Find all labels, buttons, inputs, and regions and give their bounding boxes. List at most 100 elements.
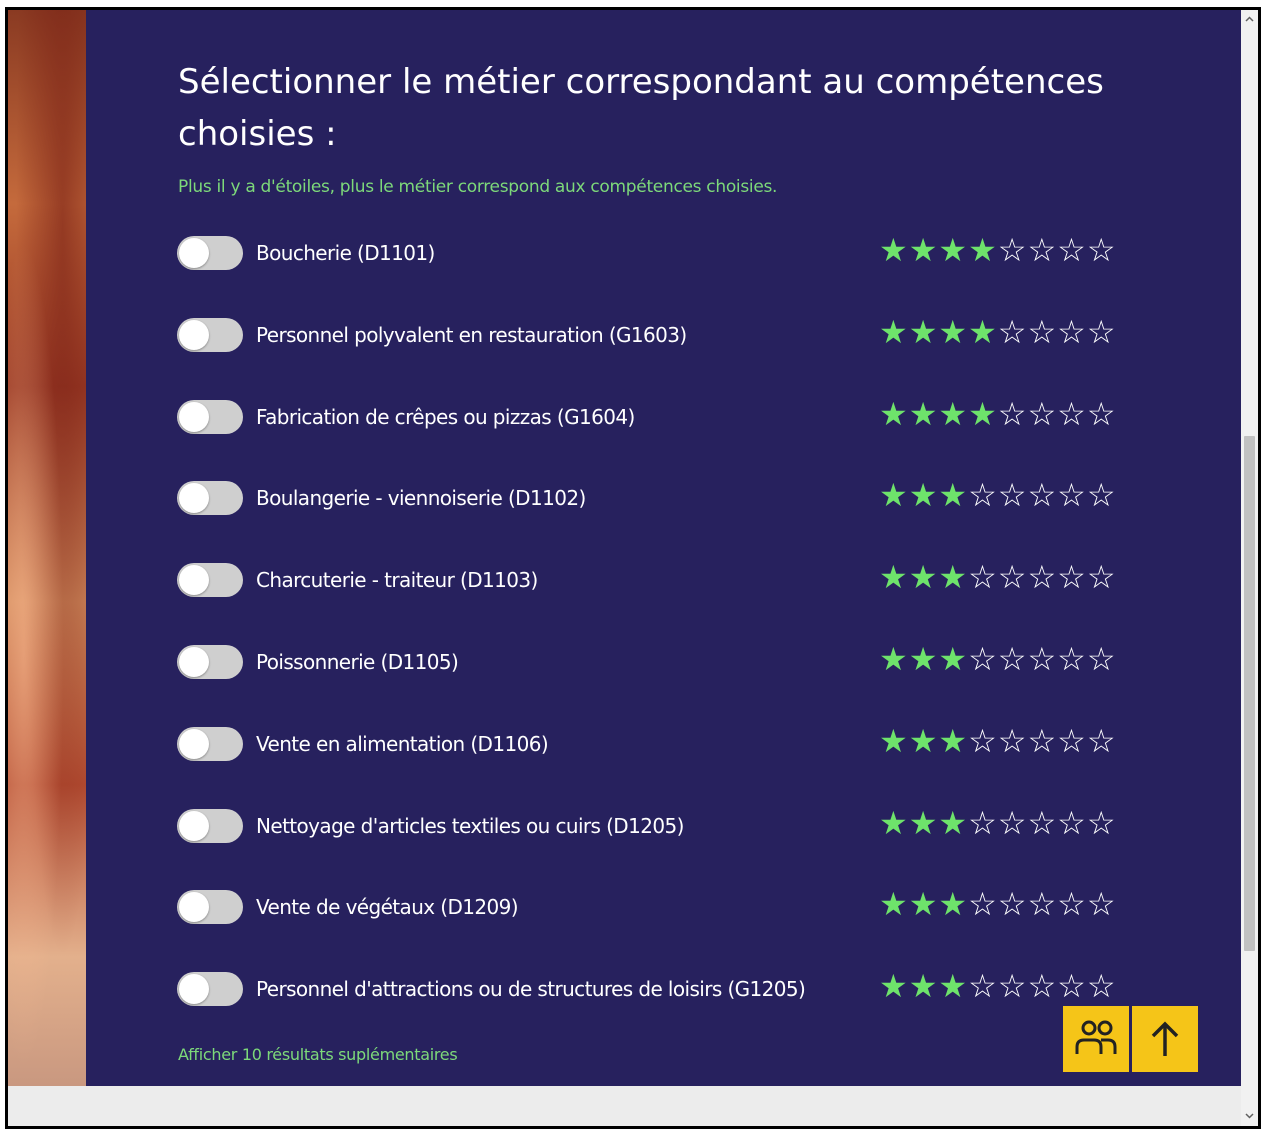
toggle-knob (179, 401, 209, 432)
back-to-top-button[interactable] (1132, 1006, 1198, 1072)
job-row: Vente de végétaux (D1209) ★★★☆☆☆☆☆ (86, 886, 1241, 946)
job-select-toggle[interactable] (177, 726, 243, 761)
star-filled-icon: ★ (908, 640, 939, 678)
star-filled-icon: ★ (908, 885, 939, 924)
star-filled-icon: ★ (968, 312, 998, 351)
job-label: Boucherie (D1101) (256, 241, 435, 265)
star-empty-icon: ☆ (1086, 476, 1117, 515)
star-filled-icon: ★ (879, 476, 909, 515)
match-rating: ★★★☆☆☆☆☆ (879, 477, 1139, 514)
star-filled-icon: ★ (938, 721, 969, 760)
star-filled-icon: ★ (938, 312, 969, 351)
star-empty-icon: ☆ (997, 721, 1028, 760)
star-empty-icon: ☆ (1086, 885, 1117, 924)
match-rating: ★★★☆☆☆☆☆ (879, 721, 1139, 760)
match-rating: ★★★★☆☆☆☆ (879, 232, 1139, 269)
job-row: Boucherie (D1101) ★★★★☆☆☆☆ (86, 232, 1241, 292)
job-select-toggle[interactable] (177, 972, 243, 1007)
star-empty-icon: ☆ (1057, 640, 1087, 678)
job-row: Personnel polyvalent en restauration (G1… (86, 312, 1241, 374)
star-filled-icon: ★ (938, 640, 969, 678)
star-filled-icon: ★ (908, 394, 939, 433)
match-rating: ★★★☆☆☆☆☆ (879, 968, 1139, 1005)
star-filled-icon: ★ (908, 967, 939, 1006)
star-empty-icon: ☆ (1027, 640, 1058, 678)
job-select-toggle[interactable] (177, 236, 243, 270)
star-empty-icon: ☆ (997, 640, 1028, 678)
star-filled-icon: ★ (908, 558, 939, 597)
star-filled-icon: ★ (879, 885, 909, 924)
star-empty-icon: ☆ (1057, 803, 1087, 842)
star-empty-icon: ☆ (1086, 640, 1117, 678)
background-photo (8, 10, 86, 1086)
toggle-knob (179, 892, 209, 923)
scroll-down-icon[interactable] (1244, 1110, 1255, 1121)
show-more-results-link[interactable]: Afficher 10 résultats suplémentaires (178, 1045, 458, 1064)
contact-advisor-button[interactable] (1063, 1006, 1129, 1072)
star-empty-icon: ☆ (1086, 803, 1117, 842)
match-rating: ★★★★☆☆☆☆ (879, 394, 1139, 433)
star-empty-icon: ☆ (968, 803, 998, 842)
star-empty-icon: ☆ (1027, 721, 1058, 760)
job-select-toggle[interactable] (177, 808, 243, 843)
job-select-toggle[interactable] (177, 481, 243, 516)
star-empty-icon: ☆ (1057, 231, 1087, 269)
star-empty-icon: ☆ (1027, 558, 1058, 597)
job-select-toggle[interactable] (177, 399, 243, 434)
star-filled-icon: ★ (908, 476, 939, 515)
star-filled-icon: ★ (938, 803, 969, 842)
scroll-up-icon[interactable] (1244, 14, 1255, 25)
star-filled-icon: ★ (938, 885, 969, 924)
page-title: Sélectionner le métier correspondant au … (178, 62, 1104, 154)
scrollbar[interactable] (1241, 10, 1258, 1126)
scrollbar-thumb[interactable] (1244, 436, 1255, 951)
job-row: Charcuterie - traiteur (D1103) ★★★☆☆☆☆☆ (86, 559, 1241, 619)
star-filled-icon: ★ (938, 231, 969, 269)
job-label: Vente en alimentation (D1106) (256, 731, 549, 756)
star-filled-icon: ★ (938, 394, 969, 433)
toggle-knob (179, 647, 209, 677)
job-select-toggle[interactable] (177, 317, 243, 352)
star-empty-icon: ☆ (997, 967, 1028, 1006)
toggle-knob (179, 238, 209, 268)
job-label: Poissonnerie (D1105) (256, 650, 459, 674)
star-filled-icon: ★ (968, 231, 998, 269)
match-rating: ★★★☆☆☆☆☆ (879, 641, 1139, 678)
browser-viewport: Sélectionner le métier correspondant au … (5, 7, 1261, 1129)
star-filled-icon: ★ (879, 721, 909, 760)
star-empty-icon: ☆ (968, 721, 998, 760)
star-empty-icon: ☆ (968, 967, 998, 1006)
job-select-toggle[interactable] (177, 890, 243, 925)
star-empty-icon: ☆ (997, 312, 1028, 351)
star-empty-icon: ☆ (1086, 558, 1117, 597)
star-filled-icon: ★ (879, 312, 909, 351)
star-empty-icon: ☆ (997, 394, 1028, 433)
star-empty-icon: ☆ (1027, 312, 1058, 351)
star-empty-icon: ☆ (1057, 885, 1087, 924)
job-row: Poissonnerie (D1105) ★★★☆☆☆☆☆ (86, 641, 1241, 701)
job-label: Boulangerie - viennoiserie (D1102) (256, 486, 586, 511)
job-select-toggle[interactable] (177, 645, 243, 679)
star-empty-icon: ☆ (997, 476, 1028, 515)
star-filled-icon: ★ (879, 803, 909, 842)
star-empty-icon: ☆ (1027, 476, 1058, 515)
toggle-knob (179, 974, 209, 1005)
job-label: Personnel polyvalent en restauration (G1… (256, 322, 687, 347)
job-label: Fabrication de crêpes ou pizzas (G1604) (256, 404, 635, 429)
star-empty-icon: ☆ (968, 558, 998, 597)
job-label: Nettoyage d'articles textiles ou cuirs (… (256, 813, 684, 838)
star-empty-icon: ☆ (968, 476, 998, 515)
match-rating: ★★★☆☆☆☆☆ (879, 886, 1139, 923)
star-empty-icon: ☆ (968, 640, 998, 678)
star-empty-icon: ☆ (997, 231, 1028, 269)
star-filled-icon: ★ (879, 394, 909, 433)
toggle-knob (179, 565, 209, 596)
star-filled-icon: ★ (908, 312, 939, 351)
people-icon (1075, 1020, 1117, 1054)
job-select-toggle[interactable] (177, 563, 243, 598)
star-empty-icon: ☆ (1057, 967, 1087, 1006)
toggle-knob (179, 728, 209, 759)
star-empty-icon: ☆ (1057, 721, 1087, 760)
star-empty-icon: ☆ (1057, 558, 1087, 597)
star-filled-icon: ★ (908, 231, 939, 269)
